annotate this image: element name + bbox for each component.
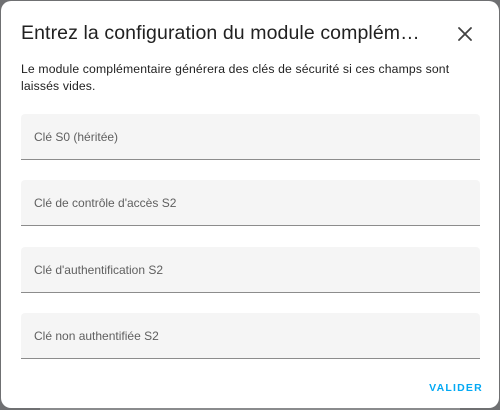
s2-access-control-key-input[interactable] [21, 180, 480, 225]
s0-legacy-key-field[interactable] [21, 114, 480, 160]
s2-authenticated-key-input[interactable] [21, 247, 480, 292]
s2-authenticated-key-field[interactable] [21, 247, 480, 293]
s0-legacy-key-input[interactable] [21, 114, 480, 159]
validate-button[interactable]: VALIDER [426, 375, 486, 401]
dialog-title: Entrez la configuration du module complé… [21, 22, 421, 44]
s2-unauthenticated-key-field[interactable] [21, 313, 480, 359]
dialog-description: Le module complémentaire générera des cl… [21, 62, 450, 93]
addon-config-dialog: Entrez la configuration du module complé… [1, 1, 499, 408]
s2-unauthenticated-key-input[interactable] [21, 313, 480, 358]
s2-access-control-key-field[interactable] [21, 180, 480, 226]
close-button[interactable] [453, 22, 477, 46]
close-icon [458, 27, 472, 41]
